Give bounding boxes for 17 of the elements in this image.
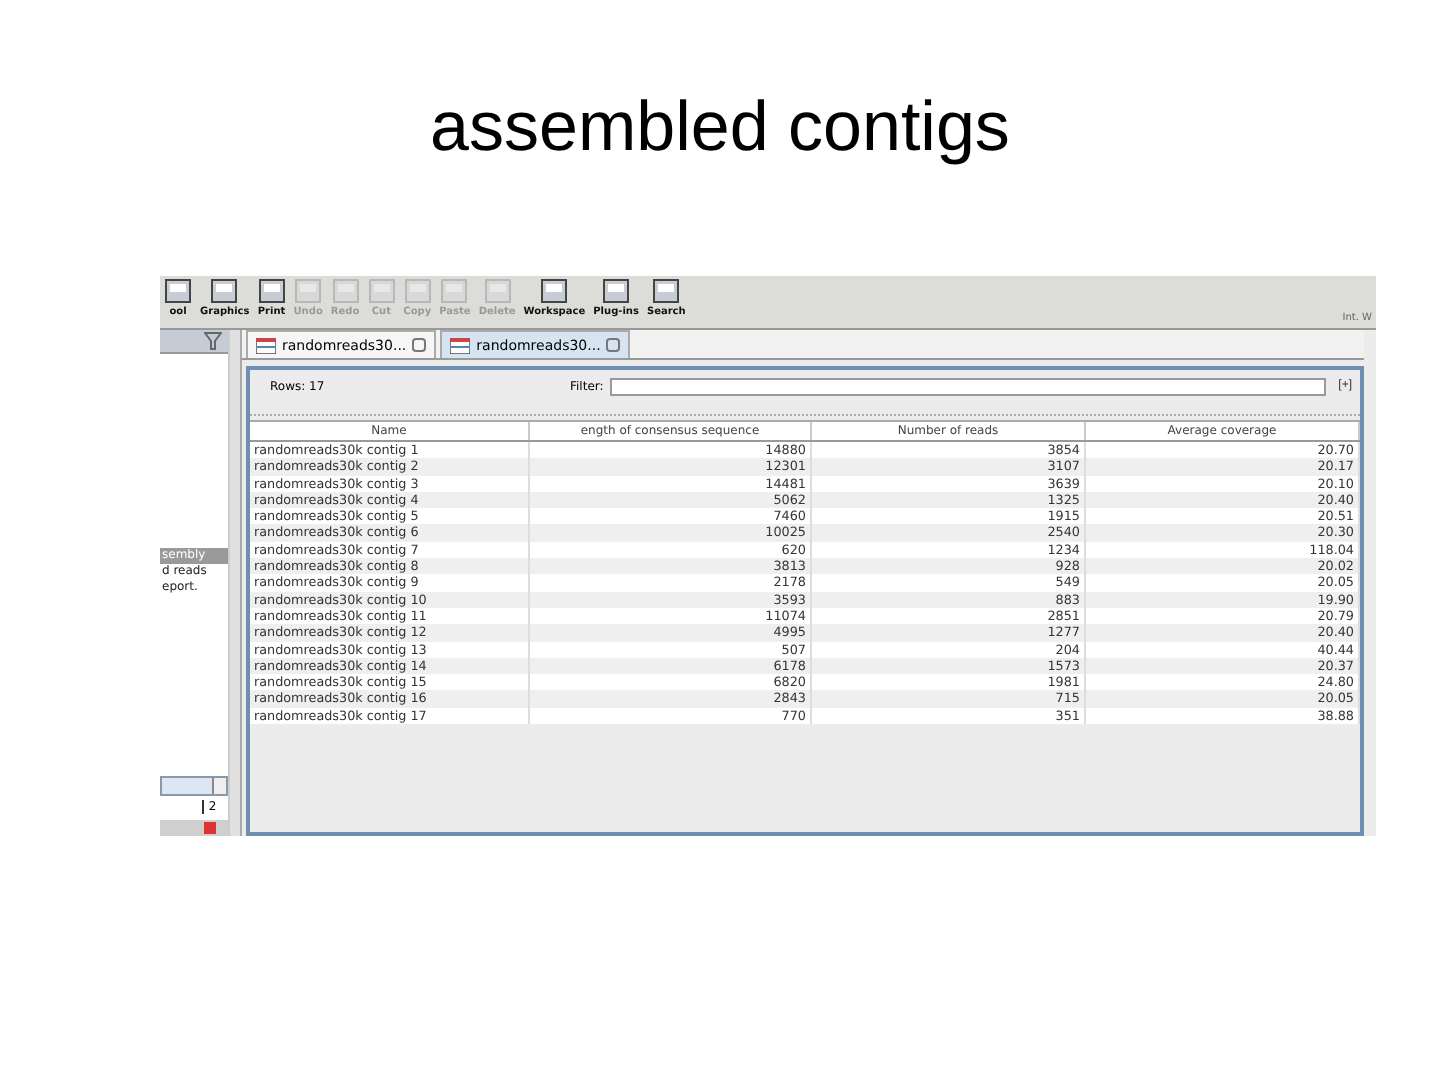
close-icon[interactable] (412, 338, 427, 352)
document-icon (164, 278, 192, 304)
scroll-right-icon[interactable] (212, 778, 227, 795)
document-icon (257, 278, 286, 304)
table-icon (256, 337, 276, 353)
table-icon (450, 337, 471, 353)
document-icon (210, 278, 239, 304)
slide-title: assembled contigs (430, 88, 1010, 170)
alert-icon (204, 821, 217, 834)
splitter[interactable] (228, 330, 242, 836)
scrollbar[interactable] (160, 776, 229, 797)
filter-icon[interactable] (204, 332, 223, 351)
document-icon (652, 278, 681, 304)
filter-field[interactable] (609, 377, 1327, 395)
close-icon[interactable] (606, 338, 621, 352)
document-icon (540, 278, 569, 304)
document-icon (602, 278, 631, 304)
